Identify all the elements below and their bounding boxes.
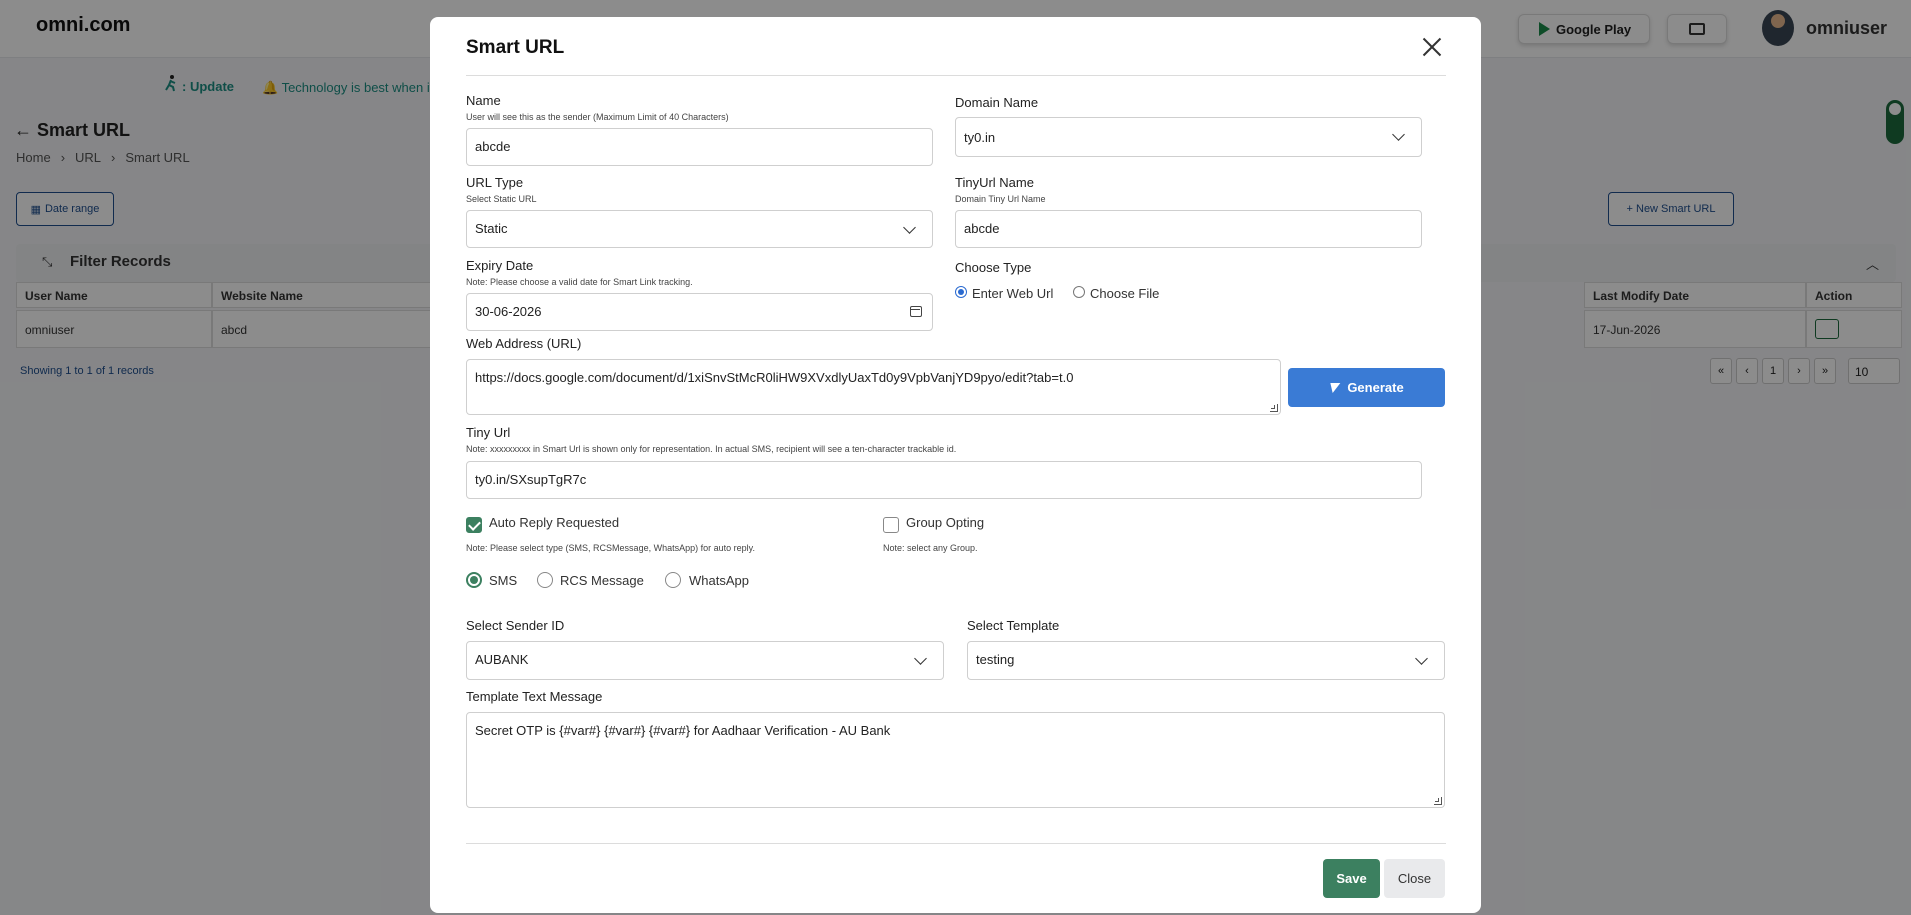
template-label: Select Template — [967, 618, 1060, 633]
url-type-hint: Select Static URL — [466, 194, 537, 204]
template-text-value: Secret OTP is {#var#} {#var#} {#var#} fo… — [475, 723, 891, 738]
web-address-label: Web Address (URL) — [466, 336, 582, 351]
name-input[interactable]: abcde — [466, 128, 933, 166]
expiry-hint: Note: Please choose a valid date for Sma… — [466, 277, 693, 287]
expiry-label: Expiry Date — [466, 258, 534, 273]
domain-value: ty0.in — [964, 130, 996, 145]
expiry-date-input[interactable]: 30-06-2026 — [466, 293, 933, 331]
name-label: Name — [466, 93, 501, 108]
bolt-icon — [1327, 382, 1341, 393]
expiry-value: 30-06-2026 — [475, 304, 542, 319]
sender-id-select[interactable]: AUBANK — [466, 641, 944, 680]
url-type-value: Static — [475, 221, 508, 236]
radio-choose-file[interactable] — [1073, 286, 1085, 298]
choose-type-label: Choose Type — [955, 260, 1032, 275]
domain-select[interactable]: ty0.in — [955, 117, 1422, 157]
template-text-textarea[interactable]: Secret OTP is {#var#} {#var#} {#var#} fo… — [466, 712, 1445, 808]
chevron-down-icon — [903, 221, 916, 234]
chevron-down-icon — [1392, 128, 1405, 141]
radio-choose-file-label[interactable]: Choose File — [1090, 286, 1159, 301]
resize-handle-icon[interactable] — [1270, 404, 1278, 412]
sender-id-label: Select Sender ID — [466, 618, 565, 633]
radio-sms-label[interactable]: SMS — [489, 573, 517, 588]
save-button[interactable]: Save — [1323, 859, 1380, 898]
tiny-url-label: Tiny Url — [466, 425, 511, 440]
template-value: testing — [976, 652, 1015, 667]
modal-title: Smart URL — [466, 37, 565, 58]
radio-sms[interactable] — [466, 572, 482, 588]
close-button[interactable]: Close — [1384, 859, 1445, 898]
tinyurl-name-hint: Domain Tiny Url Name — [955, 194, 1046, 204]
domain-label: Domain Name — [955, 95, 1039, 110]
radio-enter-web-url-label[interactable]: Enter Web Url — [972, 286, 1053, 301]
auto-reply-checkbox[interactable] — [466, 517, 482, 533]
template-select[interactable]: testing — [967, 641, 1445, 680]
web-address-value: https://docs.google.com/document/d/1xiSn… — [475, 370, 1074, 385]
group-opting-checkbox[interactable] — [883, 517, 899, 533]
group-opting-label[interactable]: Group Opting — [906, 515, 984, 530]
tinyurl-name-input[interactable]: abcde — [955, 210, 1422, 248]
group-opting-hint: Note: select any Group. — [883, 543, 978, 553]
url-type-select[interactable]: Static — [466, 210, 933, 248]
auto-reply-hint: Note: Please select type (SMS, RCSMessag… — [466, 543, 755, 553]
generate-button[interactable]: Generate — [1288, 368, 1445, 407]
close-icon[interactable] — [1420, 35, 1444, 59]
web-address-textarea[interactable]: https://docs.google.com/document/d/1xiSn… — [466, 359, 1281, 415]
radio-enter-web-url[interactable] — [955, 286, 967, 298]
radio-rcs-message[interactable] — [537, 572, 553, 588]
chevron-down-icon — [914, 652, 927, 665]
auto-reply-label[interactable]: Auto Reply Requested — [489, 515, 619, 530]
sender-id-value: AUBANK — [475, 652, 529, 667]
radio-whatsapp[interactable] — [665, 572, 681, 588]
tinyurl-name-label: TinyUrl Name — [955, 175, 1034, 190]
name-hint: User will see this as the sender (Maximu… — [466, 112, 729, 122]
generate-label: Generate — [1347, 380, 1404, 395]
radio-rcs-message-label[interactable]: RCS Message — [560, 573, 644, 588]
tiny-url-input[interactable]: ty0.in/SXsupTgR7c — [466, 461, 1422, 499]
chevron-down-icon — [1415, 652, 1428, 665]
divider — [466, 75, 1446, 76]
radio-whatsapp-label[interactable]: WhatsApp — [689, 573, 749, 588]
divider — [466, 843, 1446, 844]
resize-handle-icon[interactable] — [1434, 797, 1442, 805]
calendar-icon[interactable] — [910, 306, 922, 317]
smart-url-modal: Smart URL Name User will see this as the… — [430, 17, 1481, 913]
template-text-label: Template Text Message — [466, 689, 603, 704]
tiny-url-hint: Note: xxxxxxxxx in Smart Url is shown on… — [466, 444, 957, 454]
url-type-label: URL Type — [466, 175, 524, 190]
